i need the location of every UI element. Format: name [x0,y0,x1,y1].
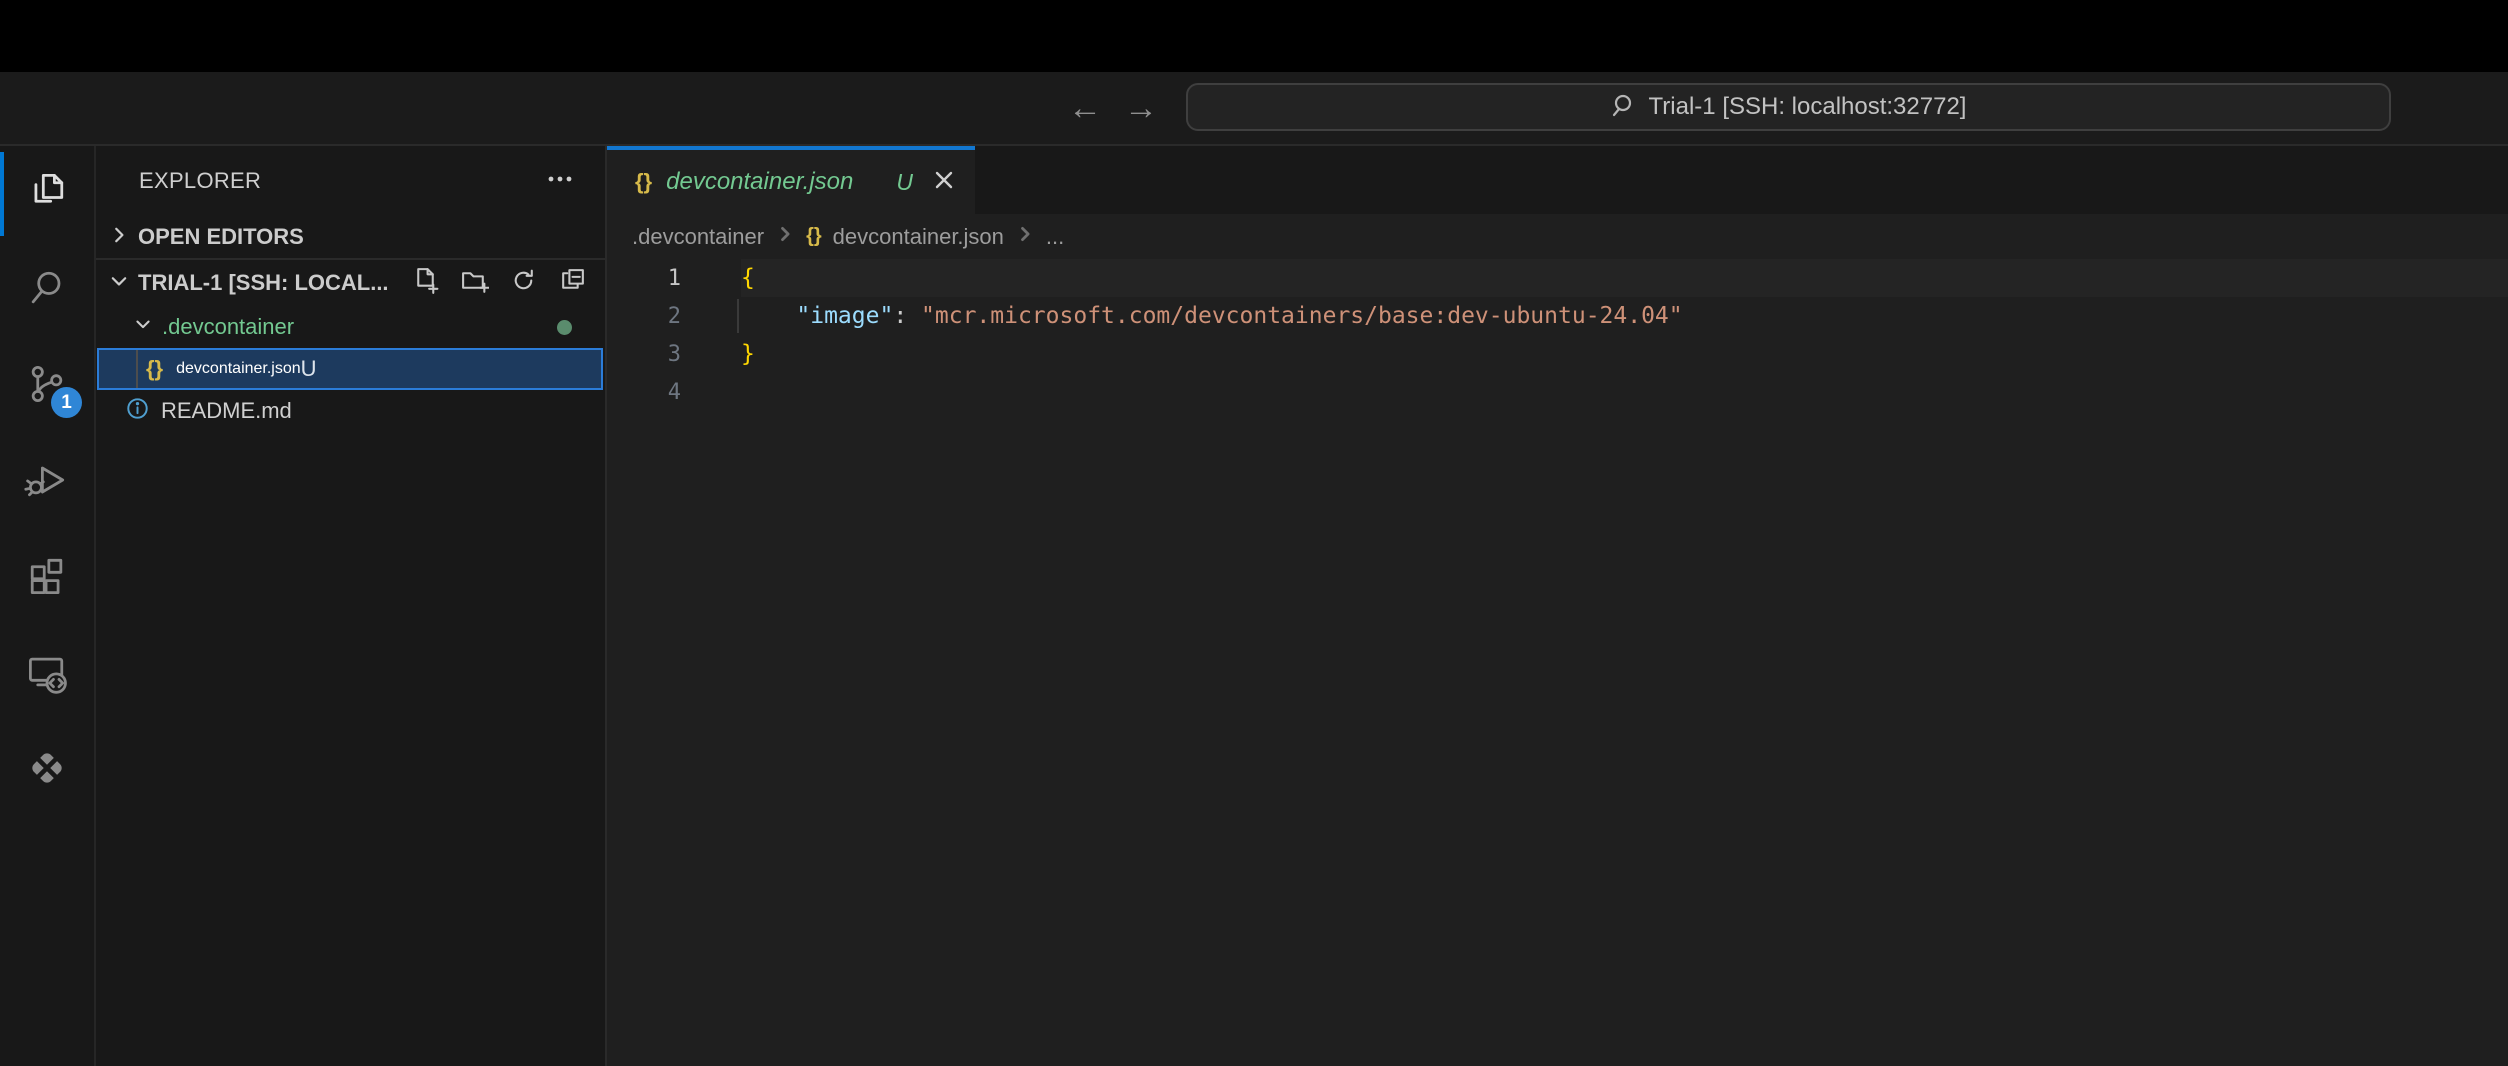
json-file-icon: {} [635,169,652,195]
chevron-right-icon [1015,224,1035,250]
open-editors-label: OPEN EDITORS [138,224,304,250]
tree-item-readme[interactable]: README.md [96,390,605,432]
chevron-right-icon [775,224,795,250]
json-file-icon: {} [806,225,822,248]
editor-group: {} devcontainer.json U .devcontainer {} … [607,146,2508,1066]
open-editors-header[interactable]: OPEN EDITORS [96,216,605,260]
breadcrumb-folder[interactable]: .devcontainer [632,224,764,250]
code-editor[interactable]: 1 { 2 "image": "mcr.microsoft.com/devcon… [607,259,2508,1066]
activity-item-remote-explorer[interactable] [0,626,94,722]
line-number: 3 [607,342,681,367]
search-icon [23,264,71,317]
info-icon [126,397,149,426]
code-token: } [741,341,755,367]
tab-git-badge: U [896,169,913,196]
remote-explorer-icon [23,648,71,701]
window-title: Trial-1 [SSH: localhost:32772] [1649,93,1967,121]
activity-item-dev-containers[interactable] [0,722,94,818]
breadcrumb-file[interactable]: devcontainer.json [833,224,1004,250]
source-control-badge: 1 [51,387,82,418]
indent-guide [737,299,739,333]
activity-item-extensions[interactable] [0,530,94,626]
activity-item-run-debug[interactable] [0,434,94,530]
tree-item-devcontainer-json-selected[interactable]: {} devcontainer.json U [97,348,603,390]
code-line-1[interactable]: 1 { [607,259,2508,297]
search-icon [1611,92,1637,123]
file-label: README.md [161,398,292,424]
titlebar: ← → Trial-1 [SSH: localhost:32772] [0,72,2508,146]
workspace-section-header[interactable]: TRIAL-1 [SSH: LOCAL... [96,260,605,306]
macos-menubar-area [0,0,2508,72]
folder-label: .devcontainer [162,314,294,340]
run-and-debug-icon [23,456,71,509]
line-number: 4 [607,380,681,405]
code-token: { [741,265,755,291]
chevron-down-icon [133,314,153,340]
tab-devcontainer-json[interactable]: {} devcontainer.json U [607,146,975,214]
dev-containers-diamond-icon [23,744,71,797]
chevron-right-icon [108,224,130,251]
tree-indent-guide [136,350,138,388]
code-line-3[interactable]: 3 } [607,335,2508,373]
explorer-sidebar: EXPLORER OPEN EDITORS TRIAL-1 [SSH: L [96,146,607,1066]
breadcrumb-symbol-tail[interactable]: ... [1046,224,1064,250]
tab-bar-empty-space [975,146,2508,214]
activity-item-search[interactable] [0,242,94,338]
git-untracked-badge: U [301,356,317,382]
git-modified-dot [557,320,572,335]
file-label: devcontainer.json [176,360,301,378]
new-file-icon[interactable] [411,266,440,300]
tab-label: devcontainer.json [666,168,882,196]
line-number: 2 [607,304,681,329]
code-line-2[interactable]: 2 "image": "mcr.microsoft.com/devcontain… [607,297,2508,335]
workspace-section-label: TRIAL-1 [SSH: LOCAL... [138,270,403,296]
new-folder-icon[interactable] [460,266,489,300]
breadcrumb: .devcontainer {} devcontainer.json ... [607,214,2508,259]
code-token [741,303,796,329]
activity-item-explorer[interactable] [0,146,94,242]
forward-arrow-icon[interactable]: → [1124,91,1158,125]
back-arrow-icon[interactable]: ← [1068,91,1102,125]
json-file-icon: {} [146,356,163,382]
collapse-all-icon[interactable] [558,266,587,300]
files-icon [23,168,71,221]
activity-bar: 1 [0,146,96,1066]
code-token-string: "mcr.microsoft.com/devcontainers/base:de… [921,303,1683,329]
code-token-key: "image" [796,303,893,329]
code-line-4[interactable]: 4 [607,373,2508,411]
refresh-icon[interactable] [509,266,538,300]
more-actions-icon[interactable] [545,164,575,199]
chevron-down-icon [108,270,130,297]
tree-item-devcontainer-folder[interactable]: .devcontainer [96,306,605,348]
tab-bar: {} devcontainer.json U [607,146,2508,214]
command-center-search[interactable]: Trial-1 [SSH: localhost:32772] [1186,83,2391,131]
sidebar-title: EXPLORER [139,168,545,194]
code-token: : [893,303,921,329]
extensions-icon [23,552,71,605]
activity-item-source-control[interactable]: 1 [0,338,94,434]
line-number: 1 [607,266,681,291]
close-icon[interactable] [931,167,957,198]
